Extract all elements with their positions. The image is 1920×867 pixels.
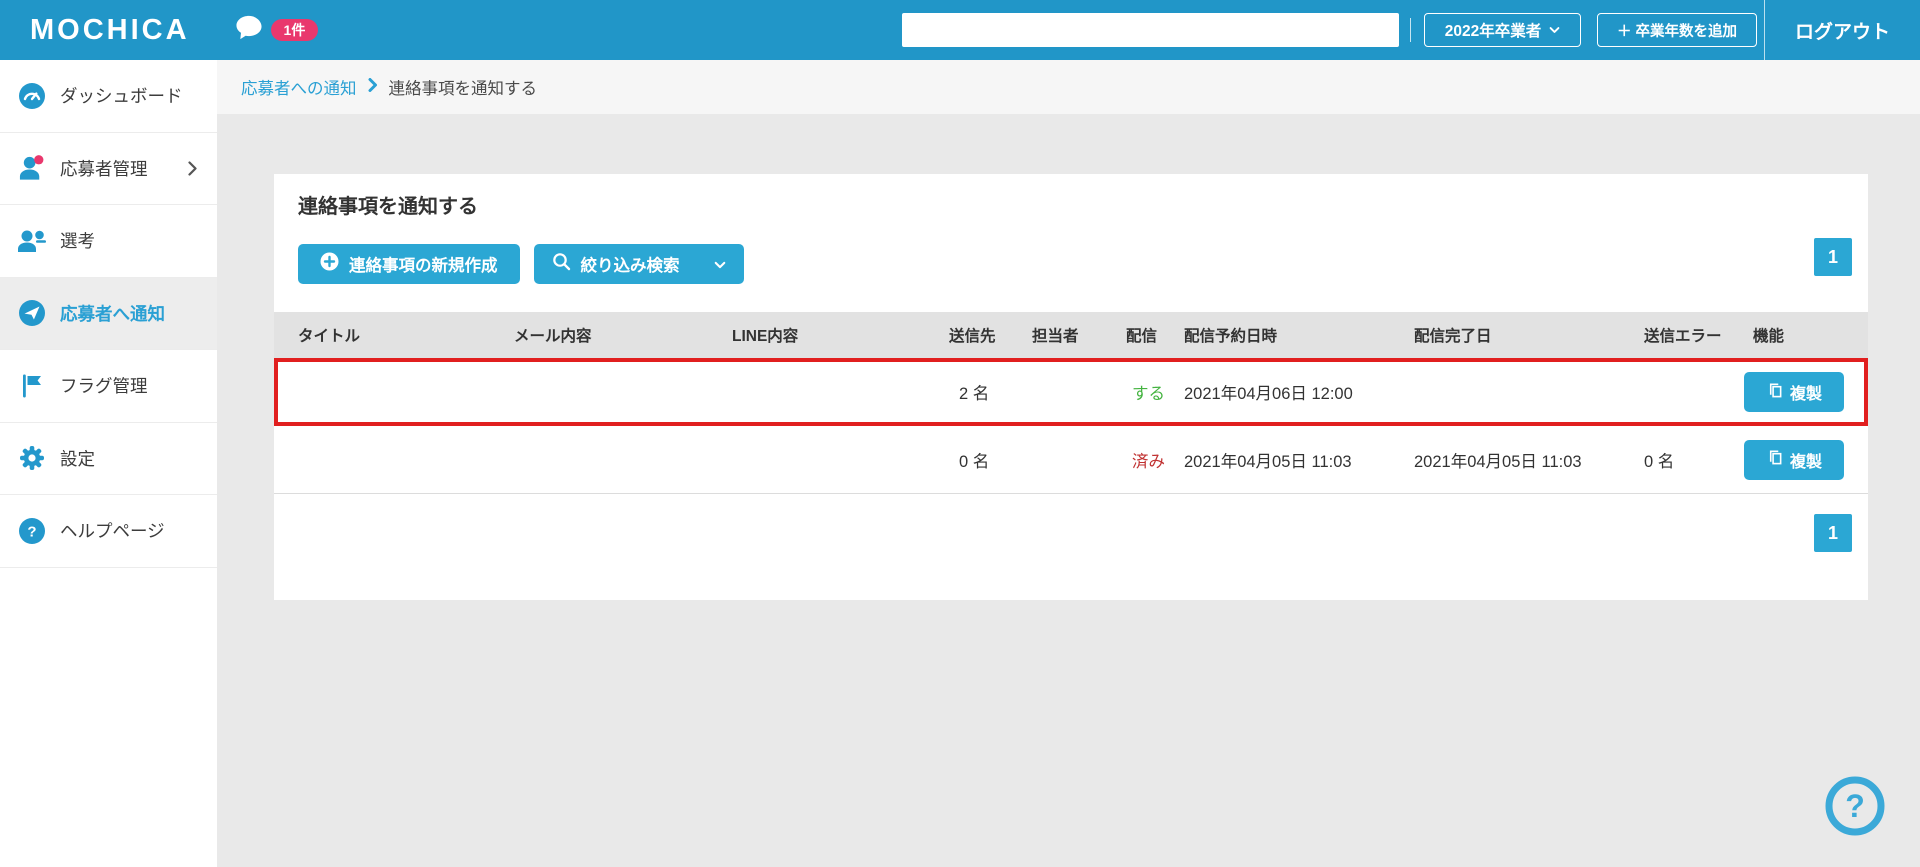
sidebar-item-dashboard[interactable]: ダッシュボード: [0, 60, 217, 133]
grad-year-dropdown[interactable]: 2022年卒業者: [1424, 13, 1581, 47]
question-mark-icon: ?: [1822, 772, 1888, 838]
cell-actions: 複製: [1753, 372, 1868, 412]
cell-send-errors: 0 名: [1644, 448, 1753, 472]
col-header-title: タイトル: [274, 324, 514, 346]
sidebar-item-label: 応募者管理: [60, 156, 148, 181]
create-notification-button[interactable]: 連絡事項の新規作成: [298, 244, 520, 284]
help-circle-icon: ?: [17, 517, 47, 545]
table-header-row: タイトル メール内容 LINE内容 送信先 担当者 配信 配信予約日時 配信完了…: [274, 312, 1868, 358]
sidebar: ダッシュボード 応募者管理: [0, 60, 217, 867]
sidebar-item-label: 応募者へ通知: [60, 301, 165, 326]
cell-delivery-status: 済み: [1126, 448, 1184, 472]
pagination-page-1-top[interactable]: 1: [1814, 238, 1852, 276]
global-search-input[interactable]: [902, 13, 1399, 47]
cell-recipients: 0 名: [949, 448, 1032, 472]
grad-year-value: 2022年卒業者: [1445, 19, 1541, 41]
body-row: ダッシュボード 応募者管理: [0, 60, 1920, 867]
create-notification-label: 連絡事項の新規作成: [349, 252, 498, 276]
logout-button[interactable]: ログアウト: [1765, 17, 1920, 44]
floating-help-button[interactable]: ?: [1822, 772, 1888, 843]
sidebar-item-label: 選考: [60, 228, 95, 253]
cell-scheduled-datetime: 2021年04月05日 11:03: [1184, 448, 1414, 472]
breadcrumb-parent-link[interactable]: 応募者への通知: [241, 75, 357, 99]
cell-completed-date: 2021年04月05日 11:03: [1414, 448, 1644, 472]
sidebar-item-settings[interactable]: 設定: [0, 423, 217, 496]
col-header-completed: 配信完了日: [1414, 324, 1644, 346]
col-header-mail: メール内容: [514, 324, 732, 346]
actions-row: 連絡事項の新規作成 絞り込み検索: [298, 244, 1868, 284]
breadcrumb: 応募者への通知 連絡事項を通知する: [217, 60, 1920, 114]
col-header-actions: 機能: [1753, 324, 1868, 346]
header-divider: [1410, 18, 1411, 42]
add-grad-year-button[interactable]: ＋ 卒業年数を追加: [1597, 13, 1757, 47]
app-logo[interactable]: MOCHICA: [30, 14, 190, 47]
app-root: MOCHICA 1件 2022年卒業者 ＋ 卒業年数を追加 ログアウト: [0, 0, 1920, 867]
copy-icon: [1766, 381, 1783, 404]
col-header-manager: 担当者: [1032, 324, 1126, 346]
chat-count-badge[interactable]: 1件: [271, 19, 319, 41]
cell-delivery-status: する: [1126, 380, 1184, 404]
duplicate-button[interactable]: 複製: [1744, 440, 1844, 480]
col-header-recipients: 送信先: [949, 324, 1032, 346]
chevron-down-icon: [714, 255, 726, 274]
col-header-line: LINE内容: [732, 324, 949, 346]
chevron-right-icon: [188, 161, 197, 176]
gear-icon: [17, 444, 47, 472]
chat-notifications[interactable]: 1件: [234, 14, 319, 46]
breadcrumb-current: 連絡事項を通知する: [389, 75, 538, 99]
duplicate-button[interactable]: 複製: [1744, 372, 1844, 412]
chevron-down-icon: [1549, 21, 1560, 39]
copy-icon: [1766, 448, 1783, 471]
search-icon: [552, 252, 571, 276]
plus-circle-icon: [320, 252, 339, 276]
sidebar-item-label: ヘルプページ: [60, 518, 165, 543]
sidebar-item-flag-management[interactable]: フラグ管理: [0, 350, 217, 423]
sidebar-item-label: 設定: [60, 446, 95, 471]
main-area: 連絡事項を通知する 連絡事項の新規作成: [217, 114, 1920, 867]
sidebar-item-label: フラグ管理: [60, 373, 148, 398]
app-header: MOCHICA 1件 2022年卒業者 ＋ 卒業年数を追加 ログアウト: [0, 0, 1920, 60]
filter-search-button[interactable]: 絞り込み検索: [534, 244, 744, 284]
page-title: 連絡事項を通知する: [274, 174, 1868, 219]
selection-people-icon: [17, 227, 47, 255]
notifications-card: 連絡事項を通知する 連絡事項の新規作成: [274, 174, 1868, 600]
breadcrumb-chevron-icon: [368, 78, 378, 97]
chat-bubble-icon: [234, 14, 264, 46]
sidebar-item-notify-applicants[interactable]: 応募者へ通知: [0, 278, 217, 351]
notifications-table: タイトル メール内容 LINE内容 送信先 担当者 配信 配信予約日時 配信完了…: [274, 312, 1868, 494]
duplicate-label: 複製: [1790, 380, 1822, 404]
dashboard-gauge-icon: [17, 82, 47, 110]
content-column: 応募者への通知 連絡事項を通知する 連絡事項を通知する: [217, 60, 1920, 867]
col-header-errors: 送信エラー: [1644, 324, 1753, 346]
svg-text:?: ?: [27, 523, 36, 540]
sidebar-item-help[interactable]: ? ヘルプページ: [0, 495, 217, 568]
table-row-highlighted[interactable]: 2 名 する 2021年04月06日 12:00: [274, 358, 1868, 426]
duplicate-label: 複製: [1790, 448, 1822, 472]
cell-recipients: 2 名: [949, 380, 1032, 404]
flag-icon: [17, 372, 47, 400]
sidebar-item-selection[interactable]: 選考: [0, 205, 217, 278]
cell-scheduled-datetime: 2021年04月06日 12:00: [1184, 380, 1414, 404]
col-header-scheduled: 配信予約日時: [1184, 324, 1414, 346]
sidebar-item-label: ダッシュボード: [60, 83, 183, 108]
pagination-page-1-bottom[interactable]: 1: [1814, 514, 1852, 552]
paper-plane-icon: [17, 299, 47, 327]
add-grad-year-label: ＋ 卒業年数を追加: [1617, 20, 1737, 41]
sidebar-item-applicant-management[interactable]: 応募者管理: [0, 133, 217, 206]
applicant-person-icon: [17, 154, 47, 182]
cell-actions: 複製: [1753, 440, 1868, 480]
filter-search-label: 絞り込み検索: [581, 252, 680, 276]
svg-text:?: ?: [1845, 788, 1865, 824]
col-header-delivery: 配信: [1126, 324, 1184, 346]
table-row[interactable]: 0 名 済み 2021年04月05日 11:03 2021年04月05日 11:…: [274, 426, 1868, 494]
